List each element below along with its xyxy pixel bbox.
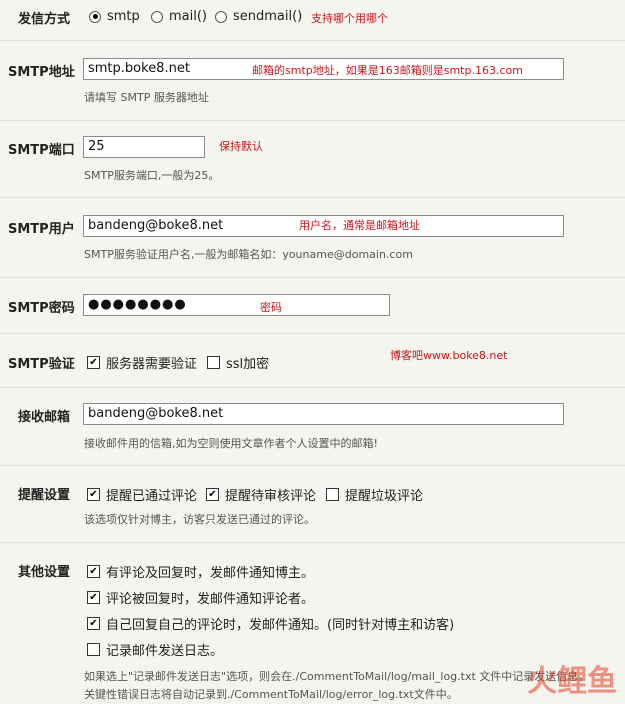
radio-mail-indicator[interactable]	[151, 10, 163, 23]
row-smtp-port: SMTP端口 25 保持默认 SMTP服务端口,一般为25。	[0, 121, 625, 198]
checkbox-remind-pending-box[interactable]: ✔	[206, 488, 219, 501]
checkbox-remind-pending-label: 提醒待审核评论	[225, 489, 317, 504]
smtp-password-value: ●●●●●●●●	[88, 297, 187, 312]
smtp-auth-note: 博客吧www.boke8.net	[390, 349, 508, 362]
checkbox-remind-approved-box[interactable]: ✔	[87, 488, 100, 501]
smtp-port-value: 25	[88, 139, 105, 154]
recv-email-label: 接收邮箱	[18, 410, 71, 425]
row-smtp-password: SMTP密码 ●●●●●●●● 密码	[0, 278, 625, 334]
checkbox-log-mail[interactable]: 记录邮件发送日志。	[87, 640, 223, 659]
send-method-label: 发信方式	[18, 12, 71, 27]
radio-sendmail-label: sendmail()	[233, 9, 303, 24]
radio-smtp-indicator[interactable]	[89, 10, 101, 23]
row-send-method: 发信方式 smtp mail() sendmail() 支持哪个用哪个	[0, 0, 625, 41]
checkbox-server-auth-box[interactable]: ✔	[87, 356, 100, 369]
radio-sendmail[interactable]: sendmail()	[215, 9, 302, 24]
smtp-user-value: bandeng@boke8.net	[88, 218, 224, 233]
checkbox-remind-pending[interactable]: ✔ 提醒待审核评论	[206, 485, 316, 504]
smtp-port-note: 保持默认	[219, 140, 263, 153]
smtp-host-value: smtp.boke8.net	[88, 61, 190, 76]
remind-help: 该选项仅针对博主，访客只发送已通过的评论。	[84, 513, 315, 526]
checkbox-notify-admin[interactable]: ✔ 有评论及回复时，发邮件通知博主。	[87, 562, 314, 581]
checkbox-remind-spam-box[interactable]	[326, 488, 339, 501]
other-help-2: 关键性错误日志将自动记录到./CommentToMail/log/error_l…	[84, 688, 458, 701]
checkbox-remind-spam-label: 提醒垃圾评论	[345, 489, 424, 504]
radio-smtp[interactable]: smtp	[89, 9, 140, 24]
checkbox-notify-self[interactable]: ✔ 自己回复自己的评论时，发邮件通知。(同时针对博主和访客)	[87, 614, 454, 633]
checkbox-notify-self-label: 自己回复自己的评论时，发邮件通知。(同时针对博主和访客)	[106, 618, 455, 633]
smtp-host-label: SMTP地址	[8, 65, 75, 80]
radio-mail-label: mail()	[169, 9, 207, 24]
recv-email-value: bandeng@boke8.net	[88, 406, 224, 421]
watermark-text: 火鲤鱼	[527, 664, 617, 699]
checkbox-ssl-box[interactable]	[207, 356, 220, 369]
smtp-port-input[interactable]: 25	[83, 136, 205, 158]
smtp-password-note: 密码	[260, 301, 282, 314]
smtp-user-help: SMTP服务验证用户名,一般为邮箱名如：youname@domain.com	[84, 248, 413, 261]
checkbox-log-mail-box[interactable]	[87, 643, 100, 656]
checkbox-notify-commenter-box[interactable]: ✔	[87, 591, 100, 604]
checkbox-server-auth[interactable]: ✔ 服务器需要验证	[87, 353, 197, 372]
checkbox-remind-spam[interactable]: 提醒垃圾评论	[326, 485, 423, 504]
row-recv-email: 接收邮箱 bandeng@boke8.net 接收邮件用的信箱,如为空则使用文章…	[0, 388, 625, 466]
checkbox-notify-admin-label: 有评论及回复时，发邮件通知博主。	[106, 566, 315, 581]
radio-sendmail-indicator[interactable]	[215, 10, 227, 23]
checkbox-notify-admin-box[interactable]: ✔	[87, 565, 100, 578]
smtp-port-label: SMTP端口	[8, 143, 75, 158]
other-label: 其他设置	[18, 565, 71, 580]
smtp-user-label: SMTP用户	[8, 222, 75, 237]
smtp-port-help: SMTP服务端口,一般为25。	[84, 169, 220, 182]
row-smtp-user: SMTP用户 bandeng@boke8.net 用户名，通常是邮箱地址 SMT…	[0, 198, 625, 278]
row-smtp-auth: SMTP验证 ✔ 服务器需要验证 ssl加密 博客吧www.boke8.net	[0, 334, 625, 388]
checkbox-server-auth-label: 服务器需要验证	[106, 357, 198, 372]
radio-smtp-label: smtp	[107, 9, 140, 24]
checkbox-ssl-label: ssl加密	[226, 357, 270, 372]
recv-email-input[interactable]: bandeng@boke8.net	[83, 403, 564, 425]
recv-email-help: 接收邮件用的信箱,如为空则使用文章作者个人设置中的邮箱!	[84, 437, 378, 450]
checkbox-notify-commenter-label: 评论被回复时，发邮件通知评论者。	[106, 592, 315, 607]
send-method-note: 支持哪个用哪个	[311, 12, 388, 25]
remind-label: 提醒设置	[18, 488, 71, 503]
smtp-password-label: SMTP密码	[8, 301, 75, 316]
checkbox-log-mail-label: 记录邮件发送日志。	[106, 644, 224, 659]
smtp-user-note: 用户名，通常是邮箱地址	[299, 219, 420, 232]
watermark-logo: 火鲤鱼	[527, 656, 617, 700]
row-smtp-host: SMTP地址 smtp.boke8.net 邮箱的smtp地址，如果是163邮箱…	[0, 41, 625, 121]
row-remind: 提醒设置 ✔ 提醒已通过评论 ✔ 提醒待审核评论 提醒垃圾评论 该选项仅针对博主…	[0, 466, 625, 543]
checkbox-notify-commenter[interactable]: ✔ 评论被回复时，发邮件通知评论者。	[87, 588, 314, 607]
radio-mail[interactable]: mail()	[151, 9, 207, 24]
checkbox-notify-self-box[interactable]: ✔	[87, 617, 100, 630]
smtp-auth-label: SMTP验证	[8, 357, 75, 372]
checkbox-remind-approved[interactable]: ✔ 提醒已通过评论	[87, 485, 197, 504]
other-help-1: 如果选上"记录邮件发送日志"选项，则会在./CommentToMail/log/…	[84, 670, 590, 683]
smtp-host-note: 邮箱的smtp地址，如果是163邮箱则是smtp.163.com	[252, 64, 523, 77]
checkbox-remind-approved-label: 提醒已通过评论	[106, 489, 198, 504]
smtp-host-help: 请填写 SMTP 服务器地址	[84, 91, 209, 104]
smtp-password-input[interactable]: ●●●●●●●●	[83, 294, 390, 316]
checkbox-ssl[interactable]: ssl加密	[207, 353, 269, 372]
